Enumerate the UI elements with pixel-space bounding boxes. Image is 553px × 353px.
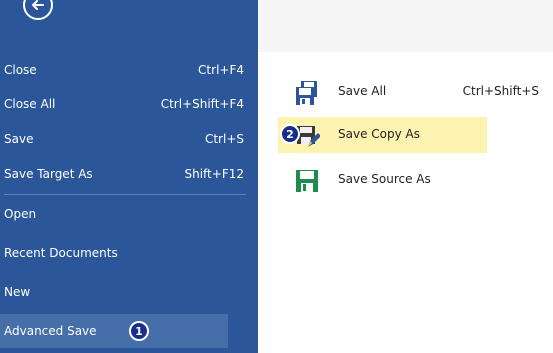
step-badge: 1 xyxy=(129,321,149,341)
menu-item-shortcut: Ctrl+S xyxy=(204,132,244,146)
header-band xyxy=(258,0,553,52)
save-source-as-icon xyxy=(296,170,318,192)
menu-item-label: Advanced Save xyxy=(4,324,97,338)
menu-item-label: Save xyxy=(4,132,34,146)
menu-item-recent-documents[interactable]: Recent Documents xyxy=(0,236,258,270)
menu-item-close-all[interactable]: Close All Ctrl+Shift+F4 xyxy=(0,87,258,121)
save-option-label: Save Source As xyxy=(338,172,431,186)
save-option-label: Save Copy As xyxy=(338,127,420,141)
menu-item-advanced-save[interactable]: Advanced Save 1 xyxy=(0,314,228,348)
menu-item-save[interactable]: Save Ctrl+S xyxy=(0,122,258,156)
menu-item-label: Close All xyxy=(4,97,56,111)
menu-item-shortcut: Shift+F12 xyxy=(184,167,244,181)
menu-item-close[interactable]: Close Ctrl+F4 xyxy=(0,53,258,87)
menu-item-label: New xyxy=(4,285,31,299)
back-button[interactable] xyxy=(23,0,53,20)
menu-item-save-target-as[interactable]: Save Target As Shift+F12 xyxy=(0,157,258,191)
save-source-as-option[interactable]: Save Source As xyxy=(258,162,553,198)
save-copy-as-option[interactable]: 2 Save Copy As xyxy=(258,117,553,153)
menu-item-new[interactable]: New xyxy=(0,275,258,309)
step-badge: 2 xyxy=(280,124,300,144)
menu-divider xyxy=(4,194,246,195)
save-option-shortcut: Ctrl+Shift+S xyxy=(462,84,539,98)
backstage-menu: Close Ctrl+F4 Close All Ctrl+Shift+F4 Sa… xyxy=(0,0,258,353)
menu-item-open[interactable]: Open xyxy=(0,197,258,231)
save-option-label: Save All xyxy=(338,84,387,98)
save-all-option[interactable]: Save All Ctrl+Shift+S xyxy=(258,74,553,110)
menu-item-label: Close xyxy=(4,63,37,77)
back-arrow-icon xyxy=(32,0,44,10)
menu-item-shortcut: Ctrl+Shift+F4 xyxy=(160,97,244,111)
menu-item-label: Save Target As xyxy=(4,167,93,181)
menu-item-label: Open xyxy=(4,207,37,221)
menu-item-shortcut: Ctrl+F4 xyxy=(198,63,244,77)
save-all-icon xyxy=(296,81,317,105)
menu-item-label: Recent Documents xyxy=(4,246,118,260)
